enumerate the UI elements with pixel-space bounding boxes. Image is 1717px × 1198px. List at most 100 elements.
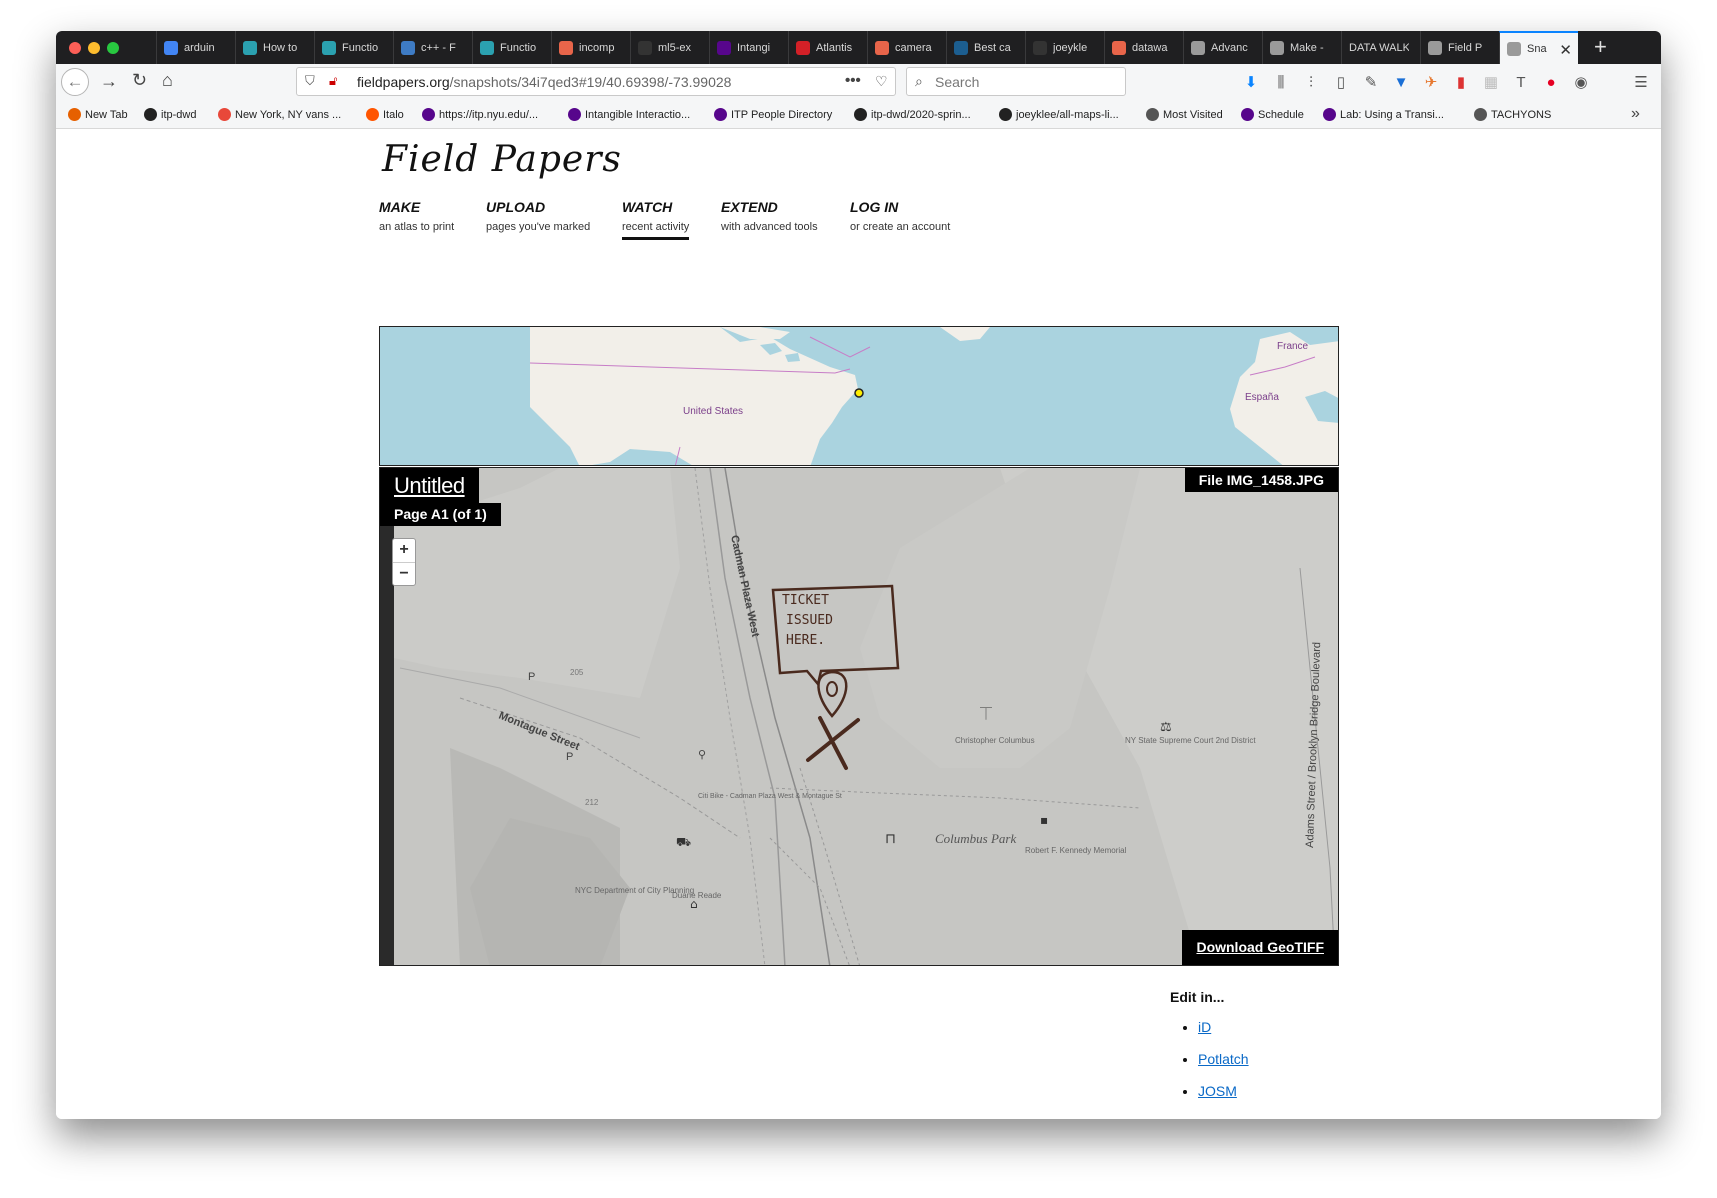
tab-label: ml5-ex	[658, 41, 692, 54]
browser-tab[interactable]: Functio	[314, 31, 393, 64]
minimize-window-button[interactable]	[88, 42, 100, 54]
browser-tab[interactable]: Field P	[1420, 31, 1499, 64]
browser-tab[interactable]: datawa	[1104, 31, 1183, 64]
browser-tab[interactable]: Functio	[472, 31, 551, 64]
back-button[interactable]: ←	[61, 68, 89, 96]
reload-button[interactable]: ↻	[132, 70, 147, 91]
browser-tab[interactable]: camera	[867, 31, 946, 64]
site-logo[interactable]: Field Papers	[382, 139, 622, 180]
bookmark-item[interactable]: TACHYONS	[1474, 108, 1551, 121]
bookmark-item[interactable]: Italo	[366, 108, 404, 121]
site-nav-watch[interactable]: WATCH recent activity	[622, 199, 690, 240]
library-icon[interactable]: ⫼	[1272, 74, 1290, 92]
browser-tab[interactable]: Advanc	[1183, 31, 1262, 64]
bookmark-favicon-icon	[68, 108, 81, 121]
bookmark-label: itp-dwd	[161, 108, 197, 121]
tab-favicon-icon	[1507, 41, 1521, 56]
zoom-out-button[interactable]: −	[393, 563, 415, 586]
forward-button[interactable]: →	[100, 71, 118, 92]
extension-icon[interactable]: ▮	[1452, 74, 1470, 92]
site-nav-subtitle: recent activity	[622, 221, 690, 240]
label-france: France	[1277, 341, 1309, 352]
overview-map[interactable]: United States France España	[379, 326, 1339, 466]
browser-tab[interactable]: Intangi	[709, 31, 788, 64]
sidebar-icon[interactable]: ▯	[1332, 74, 1350, 92]
browser-tab[interactable]: Atlantis	[788, 31, 867, 64]
search-field[interactable]: ⌕ Search	[906, 67, 1126, 96]
browser-tab[interactable]: incomp	[551, 31, 630, 64]
bookmark-item[interactable]: itp-dwd	[144, 108, 196, 121]
browser-tab[interactable]: ml5-ex	[630, 31, 709, 64]
account-icon[interactable]: ◉	[1572, 74, 1590, 92]
new-tab-button[interactable]: +	[1594, 34, 1607, 60]
bookmark-item[interactable]: Intangible Interactio...	[568, 108, 690, 121]
bookmark-item[interactable]: Most Visited	[1146, 108, 1223, 121]
browser-tab[interactable]: Make -	[1262, 31, 1341, 64]
bookmark-item[interactable]: Lab: Using a Transi...	[1323, 108, 1444, 121]
site-nav-log-in[interactable]: LOG IN or create an account	[850, 199, 950, 233]
vue-devtools-icon[interactable]: ▼	[1392, 74, 1410, 92]
menu-icon[interactable]: ☰	[1632, 74, 1650, 92]
bookmark-label: Schedule	[1258, 108, 1304, 121]
bookmark-label: itp-dwd/2020-sprin...	[871, 108, 971, 121]
bookmark-item[interactable]: itp-dwd/2020-sprin...	[854, 108, 971, 121]
edit-in-josm-link[interactable]: JOSM	[1198, 1083, 1237, 1099]
pinterest-icon[interactable]: ●	[1542, 74, 1560, 92]
tab-label: joeykle	[1053, 41, 1088, 54]
tab-favicon-icon	[559, 40, 573, 55]
snapshot-title[interactable]: Untitled	[394, 473, 465, 498]
zoom-window-button[interactable]	[107, 42, 119, 54]
grid-extension-icon[interactable]: ▦	[1482, 74, 1500, 92]
bookmark-item[interactable]: ITP People Directory	[714, 108, 832, 121]
pocket-icon[interactable]: ♡	[875, 73, 888, 90]
navigation-toolbar: ← → ↻ ⌂ ⛉ 🔓︎ fieldpapers.org/snapshots/3…	[56, 64, 1661, 102]
browser-tab[interactable]: DATA WALK	[1341, 31, 1420, 64]
tab-favicon-icon	[1270, 40, 1284, 55]
close-window-button[interactable]	[69, 42, 81, 54]
browser-tab[interactable]: How to	[235, 31, 314, 64]
bookmark-label: Intangible Interactio...	[585, 108, 691, 121]
tab-favicon-icon	[875, 40, 889, 55]
home-button[interactable]: ⌂	[162, 70, 173, 91]
bookmark-item[interactable]: https://itp.nyu.edu/...	[422, 108, 538, 121]
tab-favicon-icon	[796, 40, 810, 55]
browser-tab[interactable]: joeykle	[1025, 31, 1104, 64]
zoom-control: + −	[392, 538, 416, 586]
browser-tab[interactable]: Sna ✕	[1499, 31, 1578, 64]
site-nav-subtitle: or create an account	[850, 221, 951, 233]
site-nav-extend[interactable]: EXTEND with advanced tools	[721, 199, 818, 233]
label-205: 205	[570, 668, 584, 677]
bars-icon[interactable]: ⫶	[1302, 74, 1320, 92]
site-nav-title: UPLOAD	[486, 199, 546, 215]
edit-in-id-link[interactable]: iD	[1198, 1019, 1211, 1035]
bookmark-item[interactable]: joeyklee/all-maps-li...	[999, 108, 1119, 121]
snapshot-viewer[interactable]: Cadman Plaza West Montague Street Adams …	[379, 467, 1339, 966]
extension-badge-icon[interactable]: ✈	[1422, 74, 1440, 92]
bookmark-favicon-icon	[1474, 108, 1487, 121]
edit-in-potlatch-link[interactable]: Potlatch	[1198, 1051, 1249, 1067]
bookmark-item[interactable]: New Tab	[68, 108, 128, 121]
bookmark-label: https://itp.nyu.edu/...	[439, 108, 539, 121]
page-actions-icon[interactable]: •••	[845, 72, 861, 89]
bookmark-label: ITP People Directory	[731, 108, 833, 121]
browser-tab[interactable]: arduin	[156, 31, 235, 64]
site-nav-make[interactable]: MAKE an atlas to print	[379, 199, 454, 233]
edit-in-item: JOSM	[1198, 1083, 1249, 1099]
download-geotiff-link[interactable]: Download GeoTIFF	[1196, 939, 1324, 955]
bookmark-item[interactable]: New York, NY vans ...	[218, 108, 341, 121]
tab-label: camera	[895, 41, 932, 54]
site-nav-upload[interactable]: UPLOAD pages you've marked	[486, 199, 590, 233]
zoom-in-button[interactable]: +	[393, 539, 415, 563]
url-bar[interactable]: ⛉ 🔓︎ fieldpapers.org/snapshots/34i7qed3#…	[296, 67, 896, 96]
tab-close-icon[interactable]: ✕	[1559, 41, 1572, 59]
browser-tab[interactable]: c++ - F	[393, 31, 472, 64]
tab-label: incomp	[579, 41, 615, 54]
text-extension-icon[interactable]: T	[1512, 74, 1530, 92]
bench-icon: ⊓	[885, 831, 896, 847]
bookmark-item[interactable]: Schedule	[1241, 108, 1304, 121]
downloads-icon[interactable]: ⬇	[1242, 74, 1260, 92]
browser-tab[interactable]: Best ca	[946, 31, 1025, 64]
eyedropper-icon[interactable]: ✎	[1362, 74, 1380, 92]
bookmarks-overflow-icon[interactable]: »	[1631, 105, 1640, 123]
tab-label: Atlantis	[816, 41, 853, 54]
